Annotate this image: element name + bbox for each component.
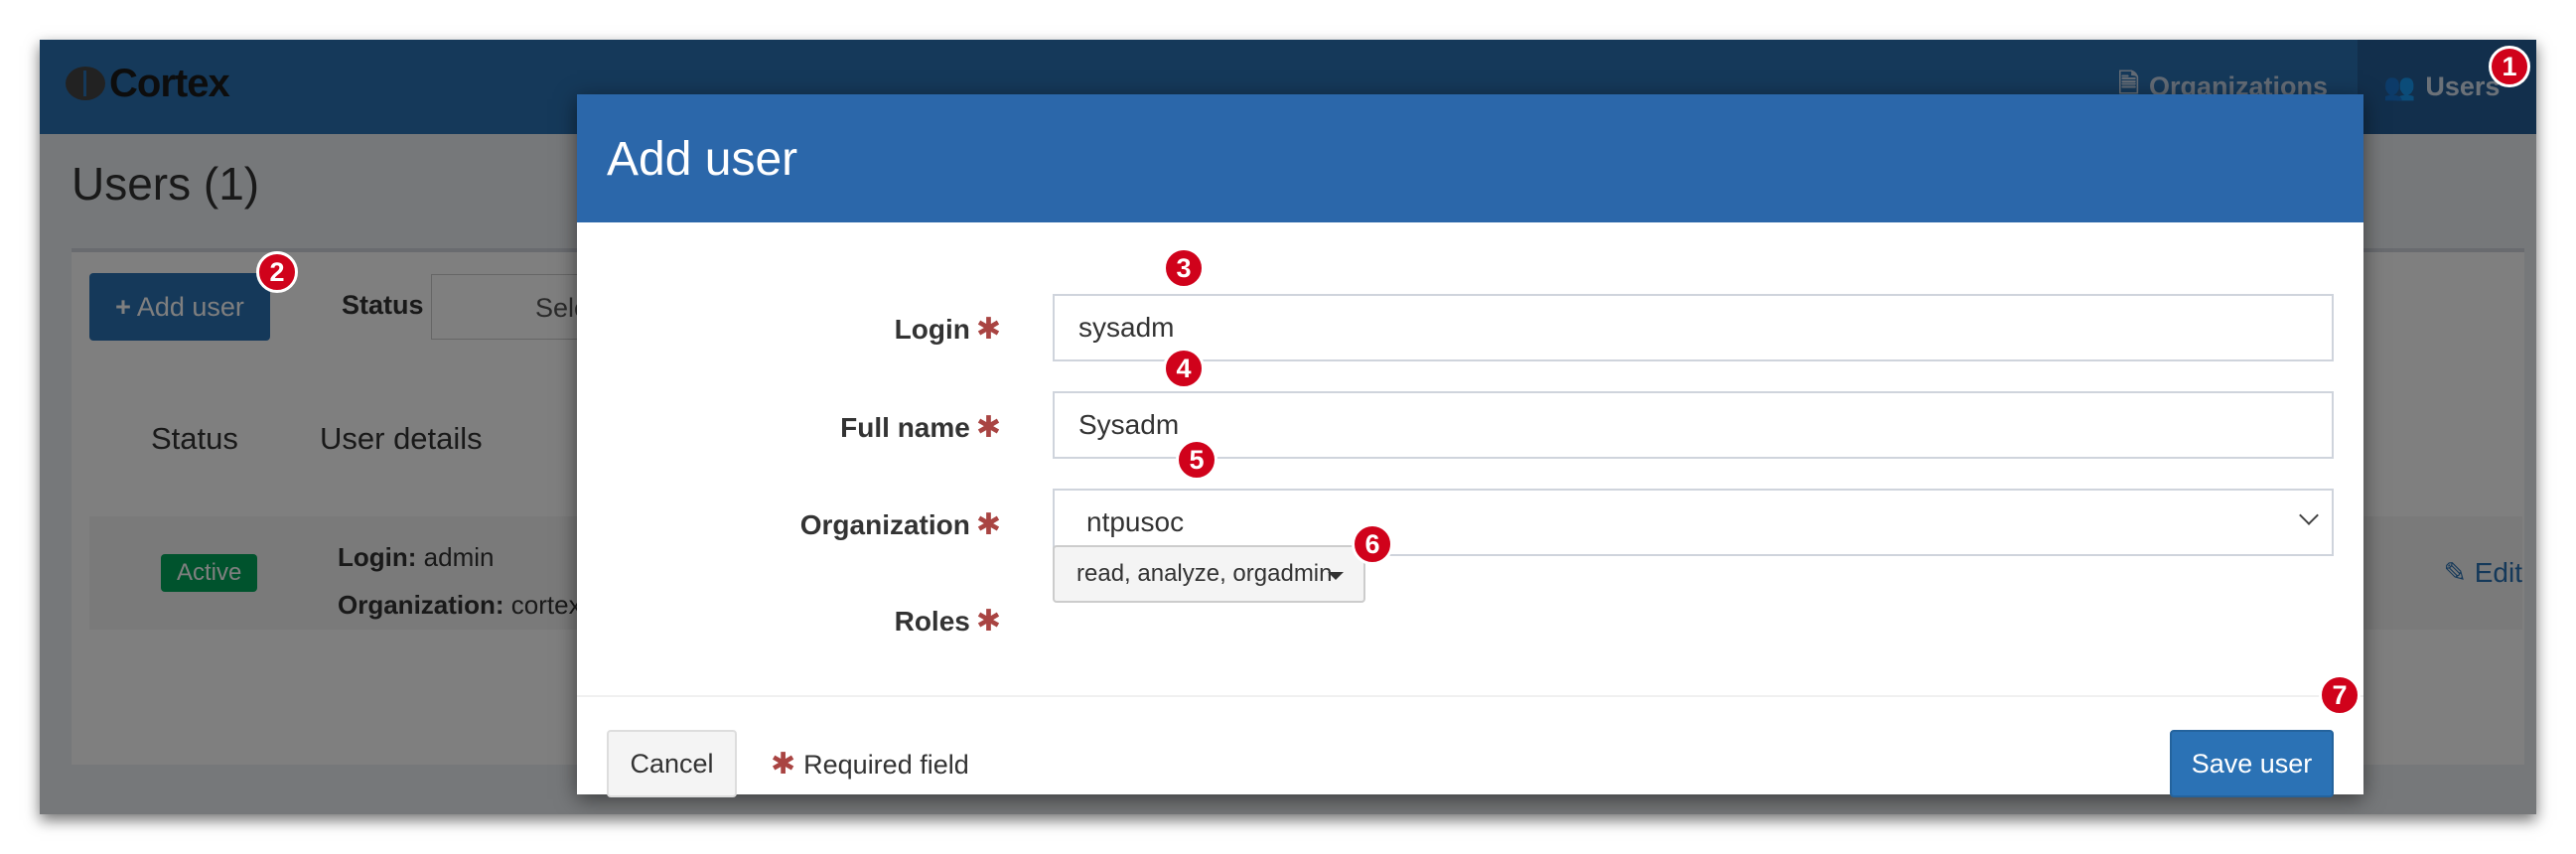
- roles-dropdown-button[interactable]: read, analyze, orgadmin: [1053, 545, 1365, 603]
- required-asterisk-icon: ✱: [975, 508, 1001, 541]
- login-input[interactable]: sysadm: [1053, 294, 2334, 361]
- login-label: Login ✱: [895, 312, 1001, 347]
- modal-footer: Cancel ✱ Required field Save user: [577, 695, 2363, 797]
- login-label-text: Login: [894, 314, 970, 345]
- login-input-value: sysadm: [1078, 312, 1175, 343]
- step-marker-2: 2: [256, 251, 298, 293]
- save-user-button[interactable]: Save user: [2170, 730, 2334, 797]
- roles-value: read, analyze, orgadmin: [1076, 560, 1333, 587]
- step-marker-1: 1: [2489, 46, 2530, 87]
- full-name-label: Full name ✱: [840, 410, 1001, 445]
- app-screenshot: Cortex 🗎 Organizations 👥 Users Users (1)…: [40, 40, 2536, 814]
- step-marker-3: 3: [1163, 247, 1205, 289]
- cancel-button[interactable]: Cancel: [607, 730, 737, 797]
- organization-select-value: ntpusoc: [1086, 506, 1185, 537]
- organization-label-text: Organization: [799, 509, 970, 540]
- required-asterisk-icon: ✱: [975, 605, 1001, 638]
- modal-header: Add user: [577, 94, 2363, 222]
- required-field-note: ✱ Required field: [771, 747, 969, 782]
- chevron-down-icon: [2299, 505, 2319, 525]
- required-asterisk-icon: ✱: [771, 748, 796, 781]
- step-marker-6: 6: [1352, 523, 1393, 565]
- add-user-modal: Add user Login ✱ sysadm Full name ✱ Sysadm…: [577, 94, 2363, 797]
- required-field-text: Required field: [803, 750, 969, 780]
- caret-down-icon: [1328, 572, 1344, 580]
- roles-label: Roles ✱: [895, 604, 1001, 639]
- step-marker-4: 4: [1163, 348, 1205, 389]
- step-marker-7: 7: [2319, 674, 2361, 716]
- full-name-input-value: Sysadm: [1078, 409, 1180, 440]
- modal-title: Add user: [607, 133, 798, 186]
- full-name-input[interactable]: Sysadm: [1053, 391, 2334, 459]
- step-marker-5: 5: [1176, 439, 1217, 481]
- organization-label: Organization ✱: [800, 507, 1001, 542]
- required-asterisk-icon: ✱: [975, 411, 1001, 444]
- full-name-label-text: Full name: [840, 412, 970, 443]
- roles-label-text: Roles: [894, 606, 970, 637]
- required-asterisk-icon: ✱: [975, 313, 1001, 346]
